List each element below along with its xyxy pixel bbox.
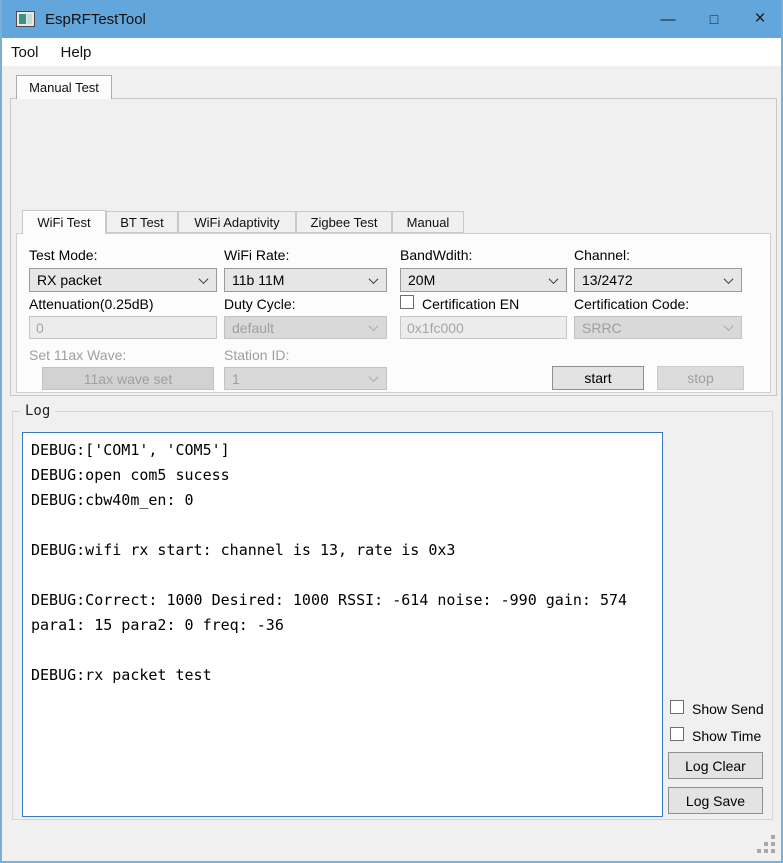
bandwidth-value: 20M xyxy=(408,272,435,288)
chevron-down-icon xyxy=(549,274,559,284)
channel-select[interactable]: 13/2472 xyxy=(574,268,742,292)
log-output[interactable]: DEBUG:['COM1', 'COM5'] DEBUG:open com5 s… xyxy=(22,432,663,817)
tab-manual-test[interactable]: Manual Test xyxy=(16,75,112,99)
menu-help[interactable]: Help xyxy=(50,40,103,65)
menu-tool[interactable]: Tool xyxy=(0,40,50,65)
attenuation-input: 0 xyxy=(29,316,217,339)
show-time-checkbox[interactable] xyxy=(670,727,684,741)
channel-label: Channel: xyxy=(574,247,630,263)
menu-bar: Tool Help xyxy=(0,38,783,66)
duty-cycle-label: Duty Cycle: xyxy=(224,296,296,312)
show-time-label: Show Time xyxy=(692,728,761,744)
tab-wifi-adaptivity[interactable]: WiFi Adaptivity xyxy=(178,211,296,233)
certification-code-label: Certification Code: xyxy=(574,296,689,312)
app-icon xyxy=(16,11,35,27)
log-clear-button[interactable]: Log Clear xyxy=(668,752,763,779)
station-id-label: Station ID: xyxy=(224,347,289,363)
title-bar: EspRFTestTool — □ × xyxy=(0,0,783,38)
channel-value: 13/2472 xyxy=(582,272,633,288)
chevron-down-icon xyxy=(369,274,379,284)
tab-zigbee-test[interactable]: Zigbee Test xyxy=(296,211,392,233)
certification-code-value: SRRC xyxy=(582,320,622,336)
window-title: EspRFTestTool xyxy=(45,11,146,28)
stop-button: stop xyxy=(657,366,744,390)
certification-code-select: SRRC xyxy=(574,316,742,339)
set-11ax-wave-button: 11ax wave set xyxy=(42,367,214,390)
wifi-rate-select[interactable]: 11b 11M xyxy=(224,268,387,292)
certification-en-label: Certification EN xyxy=(422,296,519,312)
minimize-icon[interactable]: — xyxy=(645,0,691,38)
bandwidth-select[interactable]: 20M xyxy=(400,268,567,292)
chevron-down-icon xyxy=(199,274,209,284)
cert-register-input: 0x1fc000 xyxy=(400,316,567,339)
maximize-icon[interactable]: □ xyxy=(691,0,737,38)
log-group-label: Log xyxy=(20,403,55,419)
test-mode-label: Test Mode: xyxy=(29,247,97,263)
tab-bt-test[interactable]: BT Test xyxy=(106,211,178,233)
chevron-down-icon xyxy=(369,321,379,331)
window-controls: — □ × xyxy=(645,0,783,38)
wifi-rate-label: WiFi Rate: xyxy=(224,247,289,263)
duty-cycle-value: default xyxy=(232,320,274,336)
app-window: EspRFTestTool — □ × Tool Help Manual Tes… xyxy=(0,0,783,863)
chevron-down-icon xyxy=(369,372,379,382)
tab-manual[interactable]: Manual xyxy=(392,211,464,233)
duty-cycle-select: default xyxy=(224,316,387,339)
resize-grip[interactable] xyxy=(757,835,775,853)
chevron-down-icon xyxy=(724,274,734,284)
show-send-label: Show Send xyxy=(692,701,764,717)
start-button[interactable]: start xyxy=(552,366,644,390)
chevron-down-icon xyxy=(724,321,734,331)
test-mode-select[interactable]: RX packet xyxy=(29,268,217,292)
test-mode-value: RX packet xyxy=(37,272,102,288)
close-icon[interactable]: × xyxy=(737,0,783,38)
wifi-rate-value: 11b 11M xyxy=(232,272,284,288)
station-id-select: 1 xyxy=(224,367,387,390)
attenuation-label: Attenuation(0.25dB) xyxy=(29,296,154,312)
station-id-value: 1 xyxy=(232,371,240,387)
tab-wifi-test[interactable]: WiFi Test xyxy=(22,210,106,234)
log-save-button[interactable]: Log Save xyxy=(668,787,763,814)
set-11ax-wave-label: Set 11ax Wave: xyxy=(29,347,126,363)
bandwidth-label: BandWdith: xyxy=(400,247,472,263)
show-send-checkbox[interactable] xyxy=(670,700,684,714)
certification-en-checkbox[interactable] xyxy=(400,295,414,309)
